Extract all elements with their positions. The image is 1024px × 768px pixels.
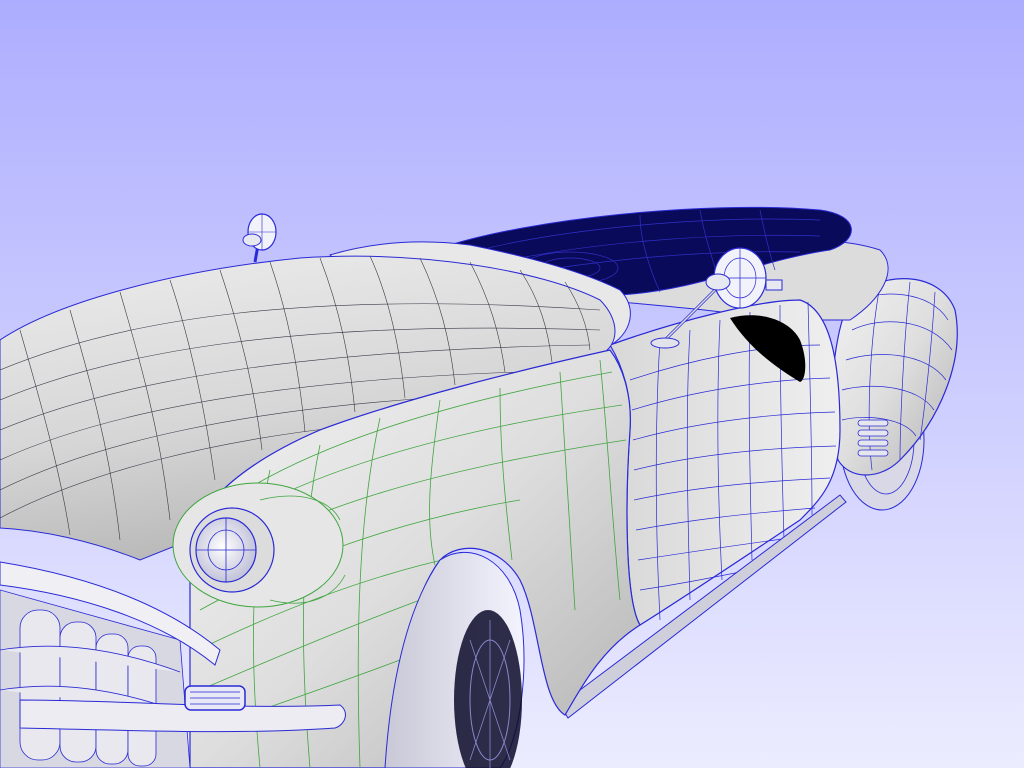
parking-lamp[interactable] [184, 685, 246, 711]
3d-viewport[interactable] [0, 0, 1024, 768]
render-canvas[interactable] [0, 0, 1024, 768]
headlamp[interactable] [172, 482, 346, 608]
